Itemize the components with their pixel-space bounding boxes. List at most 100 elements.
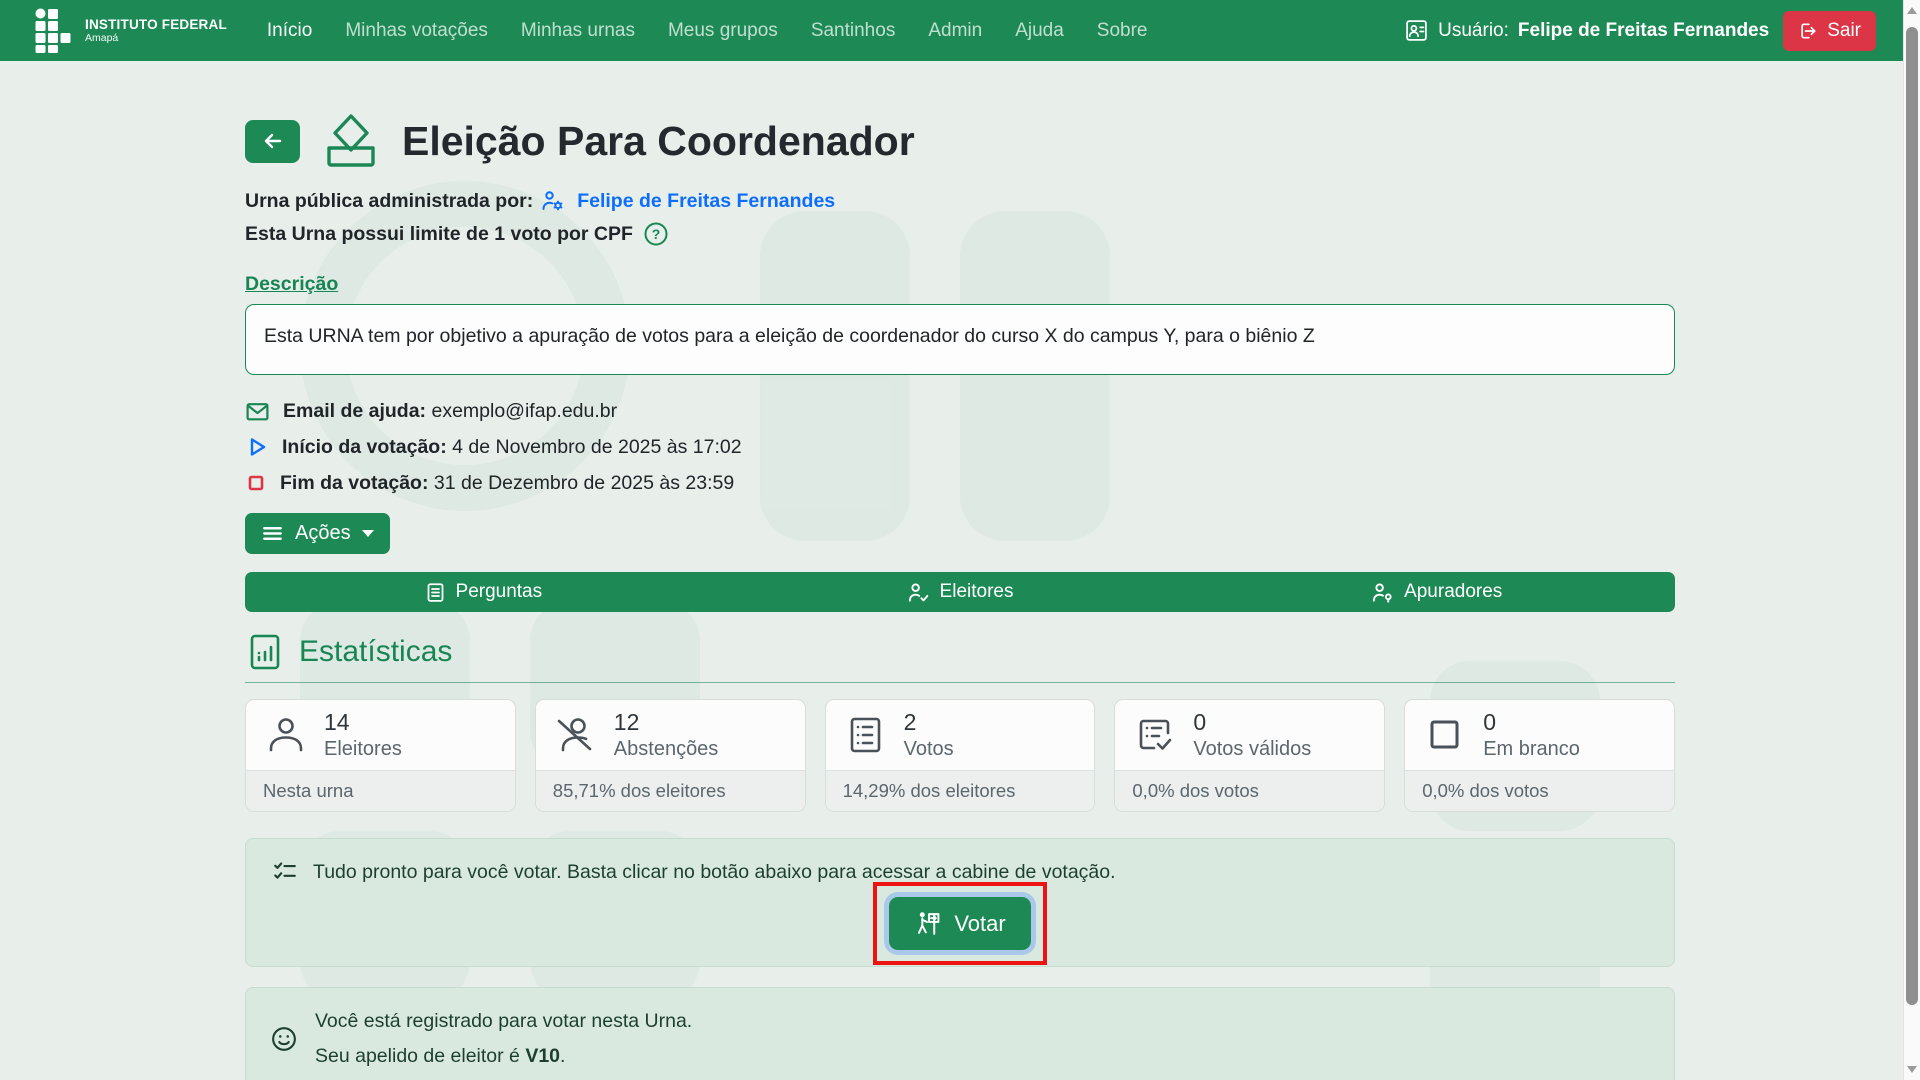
email-label: Email de ajuda: <box>283 400 426 422</box>
stat-card-em-branco: 0 Em branco 0,0% dos votos <box>1404 699 1675 812</box>
nav-item-meus-grupos[interactable]: Meus grupos <box>668 20 778 42</box>
person-booth-icon <box>914 910 941 937</box>
registration-line2: Seu apelido de eleitor é V10. <box>315 1039 692 1074</box>
end-value: 31 de Dezembro de 2025 às 23:59 <box>434 472 734 494</box>
tab-eleitores-label: Eleitores <box>940 581 1014 603</box>
scrollbar-thumb[interactable] <box>1906 27 1918 1005</box>
voter-nickname: V10 <box>525 1045 560 1067</box>
person-slash-icon <box>553 713 597 757</box>
help-question-icon[interactable]: ? <box>643 221 669 247</box>
start-label: Início da votação: <box>282 436 447 458</box>
admin-label: Urna pública administrada por: <box>245 190 533 213</box>
email-value: exemplo@ifap.edu.br <box>431 400 617 422</box>
back-arrow-icon <box>261 129 285 153</box>
user-badge-icon <box>1404 18 1429 43</box>
stat-card-votos-validos: 0 Votos válidos 0,0% dos votos <box>1114 699 1385 812</box>
brand-logo[interactable]: INSTITUTO FEDERAL Amapá <box>34 8 227 54</box>
votar-label: Votar <box>954 911 1005 937</box>
description-label: Descrição <box>245 273 338 296</box>
main-content: Eleição Para Coordenador Urna pública ad… <box>245 61 1675 1080</box>
nav-item-admin[interactable]: Admin <box>928 20 982 42</box>
tab-apuradores-label: Apuradores <box>1404 581 1502 603</box>
logout-button[interactable]: Sair <box>1783 11 1876 51</box>
person-pin-icon <box>1371 581 1394 604</box>
registration-panel: Você está registrado para votar nesta Ur… <box>245 987 1675 1080</box>
tab-perguntas-label: Perguntas <box>456 581 543 603</box>
person-icon <box>263 713 307 757</box>
registration-line1: Você está registrado para votar nesta Ur… <box>315 1004 692 1039</box>
stats-divider <box>245 682 1675 683</box>
nav-menu: Início Minhas votações Minhas urnas Meus… <box>267 20 1148 42</box>
stat-label: Abstenções <box>614 738 719 761</box>
stat-footer: 0,0% dos votos <box>1405 770 1674 811</box>
stat-footer: 14,29% dos eleitores <box>826 770 1095 811</box>
stat-label: Votos válidos <box>1193 738 1311 761</box>
stat-label: Eleitores <box>324 738 402 761</box>
caret-down-icon <box>362 530 374 537</box>
envelope-icon <box>245 399 270 424</box>
ballot-box-icon <box>320 111 382 171</box>
person-gear-icon <box>541 189 565 213</box>
description-text: Esta URNA tem por objetivo a apuração de… <box>264 325 1315 347</box>
end-label: Fim da votação: <box>280 472 428 494</box>
scroll-down-arrow[interactable] <box>1907 1066 1917 1073</box>
stat-value: 0 <box>1483 709 1580 735</box>
stats-cards: 14 Eleitores Nesta urna 12 Abstenções <box>245 699 1675 812</box>
vertical-scrollbar <box>1903 0 1920 1080</box>
stats-heading: Estatísticas <box>299 635 452 669</box>
nav-item-ajuda[interactable]: Ajuda <box>1015 20 1064 42</box>
vote-ready-panel: Tudo pronto para você votar. Basta clica… <box>245 838 1675 967</box>
nav-item-minhas-votacoes[interactable]: Minhas votações <box>345 20 488 42</box>
stat-card-abstencoes: 12 Abstenções 85,71% dos eleitores <box>535 699 806 812</box>
svg-text:?: ? <box>652 226 661 242</box>
page-title: Eleição Para Coordenador <box>402 118 915 165</box>
stat-footer: Nesta urna <box>246 770 515 811</box>
actions-dropdown-button[interactable]: Ações <box>245 513 390 554</box>
admin-user-link[interactable]: Felipe de Freitas Fernandes <box>577 190 835 213</box>
help-email-row: Email de ajuda: exemplo@ifap.edu.br <box>245 399 1675 423</box>
nav-item-minhas-urnas[interactable]: Minhas urnas <box>521 20 635 42</box>
brand-name: INSTITUTO FEDERAL <box>85 17 227 33</box>
hamburger-icon <box>261 522 284 545</box>
cpf-limit-text: Esta Urna possui limite de 1 voto por CP… <box>245 223 633 246</box>
top-navbar: INSTITUTO FEDERAL Amapá Início Minhas vo… <box>0 0 1920 61</box>
stat-footer: 0,0% dos votos <box>1115 770 1384 811</box>
brand-campus: Amapá <box>85 32 227 44</box>
nav-item-sobre[interactable]: Sobre <box>1097 20 1148 42</box>
stat-label: Em branco <box>1483 738 1580 761</box>
stat-card-votos: 2 Votos 14,29% dos eleitores <box>825 699 1096 812</box>
stat-value: 12 <box>614 709 719 735</box>
play-icon <box>245 435 269 459</box>
stat-value: 0 <box>1193 709 1311 735</box>
tab-apuradores[interactable]: Apuradores <box>1198 572 1675 612</box>
person-check-icon <box>907 581 930 604</box>
votar-button[interactable]: Votar <box>889 897 1030 950</box>
start-date-row: Início da votação: 4 de Novembro de 2025… <box>245 435 1675 459</box>
smiley-icon <box>270 1025 298 1053</box>
questions-list-icon <box>425 582 446 603</box>
ballot-list-icon <box>843 713 887 757</box>
nav-item-santinhos[interactable]: Santinhos <box>811 20 896 42</box>
stat-label: Votos <box>904 738 954 761</box>
checklist-icon <box>272 859 298 885</box>
description-box: Esta URNA tem por objetivo a apuração de… <box>245 304 1675 375</box>
stop-icon <box>245 472 267 494</box>
stat-value: 14 <box>324 709 402 735</box>
actions-label: Ações <box>295 522 351 545</box>
user-label: Usuário: <box>1438 20 1509 42</box>
stat-card-eleitores: 14 Eleitores Nesta urna <box>245 699 516 812</box>
institution-logo-icon <box>34 8 74 54</box>
logout-icon <box>1798 21 1818 41</box>
section-tabs-bar: Perguntas Eleitores Apurado <box>245 572 1675 612</box>
user-info: Usuário: Felipe de Freitas Fernandes <box>1404 18 1769 43</box>
logout-label: Sair <box>1827 20 1861 42</box>
start-value: 4 de Novembro de 2025 às 17:02 <box>452 436 741 458</box>
end-date-row: Fim da votação: 31 de Dezembro de 2025 à… <box>245 471 1675 495</box>
vote-ready-message: Tudo pronto para você votar. Basta clica… <box>313 861 1116 884</box>
tab-eleitores[interactable]: Eleitores <box>722 572 1199 612</box>
ballot-check-icon <box>1132 713 1176 757</box>
scroll-up-arrow[interactable] <box>1907 7 1917 14</box>
back-button[interactable] <box>245 120 300 163</box>
nav-item-inicio[interactable]: Início <box>267 20 312 42</box>
tab-perguntas[interactable]: Perguntas <box>245 572 722 612</box>
